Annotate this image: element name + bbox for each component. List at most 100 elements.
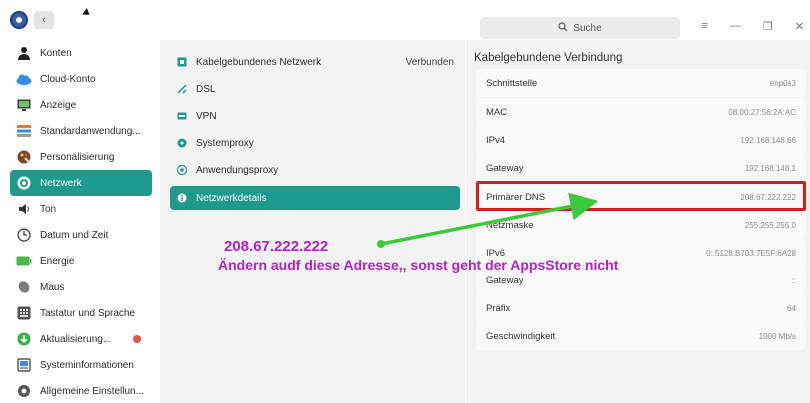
sidebar-item-personalisierung[interactable]: Personalisierung	[10, 144, 152, 170]
sidebar-item-allgemeine-einstellungen[interactable]: Allgemeine Einstellun...	[10, 378, 152, 403]
system-info-icon	[16, 357, 32, 373]
network-menu: Kabelgebundenes Netzwerk Verbunden DSL V…	[160, 40, 465, 403]
sidebar-item-konten[interactable]: Konten	[10, 40, 152, 66]
battery-icon	[16, 253, 32, 269]
annotation-text: 208.67.222.222 Ändern audf diese Adresse…	[218, 238, 618, 274]
search-input[interactable]: Suche	[480, 17, 680, 39]
network-item-wired[interactable]: Kabelgebundenes Netzwerk Verbunden	[170, 50, 460, 74]
detail-label: Gateway	[486, 274, 524, 286]
close-icon[interactable]: ✕	[795, 20, 804, 33]
palette-icon	[16, 149, 32, 165]
sidebar-item-tastatur-und-sprache[interactable]: Tastatur und Sprache	[10, 300, 152, 326]
monitor-icon	[16, 97, 32, 113]
wired-network-icon	[176, 56, 188, 68]
back-button[interactable]: ‹	[34, 11, 54, 29]
user-icon	[16, 45, 32, 61]
detail-label: Geschwindigkeit	[486, 330, 556, 342]
network-icon	[16, 175, 32, 191]
detail-value: 192.168.148.66	[740, 135, 796, 145]
sidebar-item-label: Netzwerk	[40, 177, 82, 189]
sidebar-item-label: Ton	[40, 203, 57, 215]
network-details-panel: Kabelgebundene Verbindung Schnittstelle …	[466, 40, 810, 403]
sidebar-item-netzwerk[interactable]: Netzwerk	[10, 170, 152, 196]
network-item-netzwerkdetails[interactable]: Netzwerkdetails	[170, 186, 460, 210]
network-item-anwendungsproxy[interactable]: Anwendungsproxy	[170, 158, 460, 182]
detail-value: enp0s3	[769, 78, 796, 88]
detail-row-netzmaske: Netzmaske 255.255.255.0	[476, 211, 806, 239]
header-bar: Suche ≡ — ❐ ✕	[160, 0, 810, 40]
mouse-cursor-icon	[82, 8, 92, 18]
sidebar-item-label: Standardanwendung...	[40, 125, 141, 137]
window-buttons: ≡ — ❐ ✕	[701, 20, 804, 33]
detail-label: Gateway	[486, 162, 524, 174]
detail-label: IPv4	[486, 134, 506, 146]
sidebar-item-label: Personalisierung	[40, 151, 115, 163]
app-proxy-icon	[176, 164, 188, 176]
vpn-icon	[176, 110, 188, 122]
detail-value: 08:00:27:56:2A:AC	[728, 107, 796, 117]
sidebar-item-label: Anzeige	[40, 99, 77, 111]
detail-row-gateway: Gateway 192.168.148.1	[476, 154, 806, 182]
sidebar-item-label: Maus	[40, 281, 65, 293]
sidebar-item-datum-und-zeit[interactable]: Datum und Zeit	[10, 222, 152, 248]
annotation-ip: 208.67.222.222	[224, 238, 329, 255]
keyboard-icon	[16, 305, 32, 321]
network-item-label: Anwendungsproxy	[196, 164, 279, 176]
maximize-icon[interactable]: ❐	[763, 20, 773, 33]
sidebar-item-label: Systeminformationen	[40, 359, 134, 371]
update-badge	[133, 335, 142, 343]
details-title: Kabelgebundene Verbindung	[474, 52, 623, 64]
cloud-icon	[16, 71, 32, 87]
network-item-vpn[interactable]: VPN	[170, 104, 460, 128]
sidebar: ‹ Konten Cloud-Konto Anzeige Standardanw…	[0, 0, 160, 403]
sidebar-item-maus[interactable]: Maus	[10, 274, 152, 300]
detail-label: Schnittstelle	[486, 77, 538, 89]
window-controls-left: ‹	[0, 0, 160, 40]
network-item-dsl[interactable]: DSL	[170, 77, 460, 101]
sidebar-item-label: Allgemeine Einstellun...	[40, 385, 144, 397]
detail-label: Netzmaske	[486, 219, 534, 231]
network-item-label: VPN	[196, 110, 217, 122]
general-settings-icon	[16, 383, 32, 399]
minimize-icon[interactable]: —	[730, 20, 741, 33]
mouse-icon	[16, 279, 32, 295]
network-item-label: Kabelgebundenes Netzwerk	[196, 56, 322, 68]
update-icon	[16, 331, 32, 347]
sidebar-item-standardanwendungen[interactable]: Standardanwendung...	[10, 118, 152, 144]
network-item-label: Netzwerkdetails	[196, 192, 267, 204]
menu-icon[interactable]: ≡	[701, 20, 707, 33]
annotation-message: Ändern audf diese Adresse,, sonst geht d…	[218, 257, 619, 273]
network-item-label: Systemproxy	[196, 137, 254, 149]
app-logo-icon	[10, 11, 28, 29]
default-apps-icon	[16, 123, 32, 139]
search-placeholder: Suche	[573, 22, 602, 34]
detail-row-mac: MAC 08:00:27:56:2A:AC	[476, 98, 806, 126]
detail-value: 1000 Mb/s	[758, 331, 796, 341]
detail-row-schnittstelle: Schnittstelle enp0s3	[476, 69, 806, 97]
detail-label: MAC	[486, 106, 508, 118]
network-item-systemproxy[interactable]: Systemproxy	[170, 131, 460, 155]
search-icon	[558, 21, 568, 35]
sidebar-item-label: Cloud-Konto	[40, 73, 96, 85]
detail-label: Präfix	[486, 302, 511, 314]
sidebar-item-ton[interactable]: Ton	[10, 196, 152, 222]
sidebar-item-label: Datum und Zeit	[40, 229, 109, 241]
system-proxy-icon	[176, 137, 188, 149]
detail-value: 64	[787, 303, 796, 313]
detail-value: ::	[791, 275, 796, 285]
detail-value: 255.255.255.0	[744, 220, 796, 230]
detail-value: 0::5128:B703:7E5F:6A28	[706, 248, 796, 258]
sidebar-item-label: Tastatur und Sprache	[40, 307, 136, 319]
sidebar-item-cloud-konto[interactable]: Cloud-Konto	[10, 66, 152, 92]
detail-row-geschwindigkeit: Geschwindigkeit 1000 Mb/s	[476, 322, 806, 350]
detail-value: 192.168.148.1	[744, 163, 796, 173]
sidebar-item-aktualisierung[interactable]: Aktualisierung...	[10, 326, 152, 352]
sidebar-item-systeminformationen[interactable]: Systeminformationen	[10, 352, 152, 378]
clock-icon	[16, 227, 32, 243]
sidebar-item-energie[interactable]: Energie	[10, 248, 152, 274]
sidebar-item-anzeige[interactable]: Anzeige	[10, 92, 152, 118]
sidebar-item-label: Aktualisierung...	[40, 333, 112, 345]
speaker-icon	[16, 201, 32, 217]
connection-status: Verbunden	[405, 56, 454, 68]
detail-row-ipv4: IPv4 192.168.148.66	[476, 126, 806, 154]
